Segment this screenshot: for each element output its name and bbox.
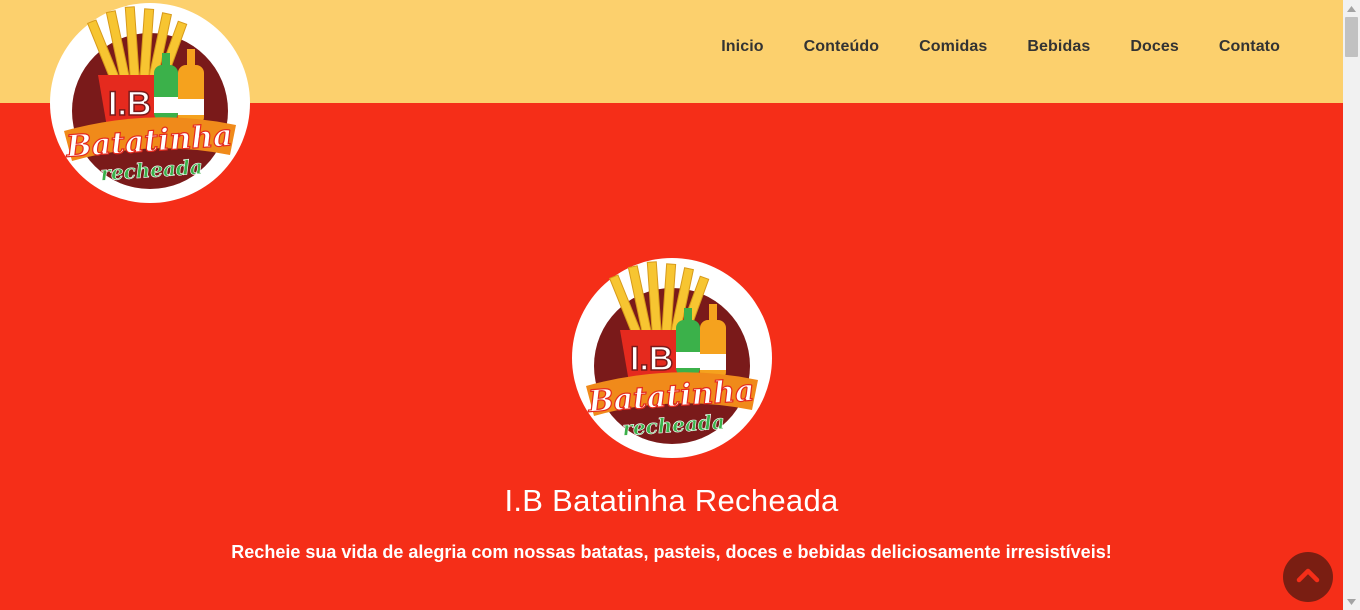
hero-title: I.B Batatinha Recheada: [504, 483, 839, 518]
back-to-top-button[interactable]: [1283, 552, 1333, 602]
nav-item-inicio[interactable]: Inicio: [721, 36, 763, 58]
nav-item-contato[interactable]: Contato: [1219, 36, 1280, 58]
nav-item-doces[interactable]: Doces: [1130, 36, 1179, 58]
hero-logo: I.B Batatinha recheada: [572, 258, 772, 458]
chevron-up-icon: [1296, 563, 1320, 592]
vertical-scrollbar[interactable]: [1343, 0, 1360, 610]
hero-subtitle: Recheie sua vida de alegria com nossas b…: [231, 542, 1112, 562]
main-nav: Inicio Conteúdo Comidas Bebidas Doces Co…: [721, 36, 1280, 58]
svg-text:I.B: I.B: [630, 340, 673, 378]
scroll-up-arrow-icon[interactable]: [1343, 0, 1360, 17]
header-logo[interactable]: I.B Batatinha recheada: [50, 3, 250, 203]
page: Inicio Conteúdo Comidas Bebidas Doces Co…: [0, 0, 1343, 610]
svg-text:I.B: I.B: [108, 85, 151, 123]
nav-item-comidas[interactable]: Comidas: [919, 36, 987, 58]
nav-item-conteudo[interactable]: Conteúdo: [804, 36, 879, 58]
nav-item-bebidas[interactable]: Bebidas: [1027, 36, 1090, 58]
scrollbar-thumb[interactable]: [1345, 17, 1358, 57]
scroll-down-arrow-icon[interactable]: [1343, 593, 1360, 610]
